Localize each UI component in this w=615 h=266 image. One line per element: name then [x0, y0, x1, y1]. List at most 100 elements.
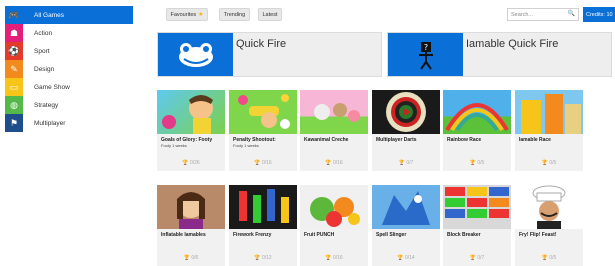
featured-quick-fire[interactable]: Quick Fire: [157, 32, 382, 77]
trophy-icon: 🏆: [398, 160, 405, 166]
game-card-rainbow-race[interactable]: Rainbow Race 🏆 0/5: [443, 90, 511, 171]
game-card-inflatable-iamables[interactable]: Inflatable Iamables 🏆 0/6: [157, 185, 225, 266]
game-thumbnail: [372, 90, 440, 134]
credits-badge: Credits: 10: [583, 7, 615, 22]
trophy-icon: 🏆: [183, 255, 190, 261]
game-thumbnail: [443, 90, 511, 134]
game-subtitle: Footy 1 weeks: [233, 143, 259, 148]
game-card-fry-flip-feast[interactable]: Fry! Flip! Feast! 🏆 0/5: [515, 185, 583, 266]
trophy-count: 0/5: [477, 160, 485, 166]
trophy-count: 0/12: [261, 255, 272, 261]
stickman-question-icon: ?: [388, 33, 463, 76]
ball-icon: ⚽: [5, 42, 23, 60]
game-trophy-stat: 🏆 0/16: [300, 255, 368, 261]
game-trophy-stat: 🏆 0/12: [229, 255, 297, 261]
gameshow-icon: ▭: [5, 78, 23, 96]
game-title: Kawanimal Creche: [304, 137, 349, 143]
game-title: Firework Frenzy: [233, 232, 272, 238]
game-thumbnail: [300, 185, 368, 229]
game-subtitle: Footy 1 weeks: [161, 143, 187, 148]
game-trophy-stat: 🏆 0/26: [157, 160, 225, 166]
trophy-count: 0/6: [191, 255, 199, 261]
trophy-count: 0/5: [549, 255, 557, 261]
tab-favourites[interactable]: Favourites ★: [166, 8, 208, 21]
trophy-icon: 🏆: [325, 255, 332, 261]
sidebar-item-all-games[interactable]: 🎮 All Games: [5, 6, 133, 24]
star-icon: ★: [198, 12, 204, 18]
sidebar-item-label: Strategy: [34, 101, 59, 109]
trophy-count: 0/16: [332, 255, 343, 261]
sidebar-item-design[interactable]: ✎ Design: [5, 60, 133, 78]
trophy-count: 0/7: [406, 160, 414, 166]
ghost-icon: ☗: [5, 24, 23, 42]
game-card-spell-slinger[interactable]: Spell Slinger 🏆 0/14: [372, 185, 440, 266]
svg-text:?: ?: [423, 43, 427, 52]
globe-icon: ◍: [5, 96, 23, 114]
game-title: Fruit PUNCH: [304, 232, 335, 238]
trophy-count: 0/16: [261, 160, 272, 166]
game-trophy-stat: 🏆 0/5: [515, 255, 583, 261]
sidebar-item-sport[interactable]: ⚽ Sport: [5, 42, 133, 60]
game-title: Fry! Flip! Feast!: [519, 232, 557, 238]
trophy-icon: 🏆: [541, 255, 548, 261]
sidebar-item-multiplayer[interactable]: ⚑ Multiplayer: [5, 114, 133, 132]
trophy-icon: 🏆: [254, 160, 261, 166]
game-card-iamable-race[interactable]: Iamable Race 🏆 0/5: [515, 90, 583, 171]
sidebar-item-label: All Games: [34, 11, 64, 19]
game-title: Spell Slinger: [376, 232, 407, 238]
sidebar-item-label: Game Show: [34, 83, 70, 91]
game-card-fruit-punch[interactable]: Fruit PUNCH 🏆 0/16: [300, 185, 368, 266]
game-trophy-stat: 🏆 0/16: [300, 160, 368, 166]
credits-label: Credits: 10: [586, 11, 613, 18]
game-title: Iamable Race: [519, 137, 551, 143]
tab-latest-label: Latest: [262, 11, 278, 18]
frog-icon: [158, 33, 233, 76]
game-card-penalty-shootout[interactable]: Penalty Shootout: Footy 1 weeks 🏆 0/16: [229, 90, 297, 171]
game-trophy-stat: 🏆 0/7: [443, 255, 511, 261]
trophy-icon: 🏆: [254, 255, 261, 261]
sidebar-item-label: Sport: [34, 47, 50, 55]
multiplayer-icon: ⚑: [5, 114, 23, 132]
game-thumbnail: [229, 185, 297, 229]
game-title: Inflatable Iamables: [161, 232, 206, 238]
design-icon: ✎: [5, 60, 23, 78]
game-trophy-stat: 🏆 0/6: [157, 255, 225, 261]
tab-favourites-label: Favourites: [170, 11, 197, 18]
games-portal: 🎮 All Games ☗ Action ⚽ Sport ✎ Design ▭ …: [0, 0, 615, 266]
game-card-block-breaker[interactable]: Block Breaker 🏆 0/7: [443, 185, 511, 266]
game-thumbnail: [157, 90, 225, 134]
tab-trending[interactable]: Trending: [219, 8, 250, 21]
featured-iamable-quick-fire[interactable]: ? Iamable Quick Fire: [387, 32, 612, 77]
game-thumbnail: [300, 90, 368, 134]
game-thumbnail: [515, 185, 583, 229]
game-card-goals-of-glory[interactable]: Goals of Glory: Footy Footy 1 weeks 🏆 0/…: [157, 90, 225, 171]
game-title: Multiplayer Darts: [376, 137, 417, 143]
game-card-multiplayer-darts[interactable]: Multiplayer Darts 🏆 0/7: [372, 90, 440, 171]
game-trophy-stat: 🏆 0/7: [372, 160, 440, 166]
game-card-firework-frenzy[interactable]: Firework Frenzy 🏆 0/12: [229, 185, 297, 266]
game-thumbnail: [229, 90, 297, 134]
game-thumbnail: [515, 90, 583, 134]
game-title: Block Breaker: [447, 232, 481, 238]
category-sidebar: 🎮 All Games ☗ Action ⚽ Sport ✎ Design ▭ …: [0, 0, 133, 266]
trophy-count: 0/5: [549, 160, 557, 166]
trophy-count: 0/14: [404, 255, 415, 261]
game-thumbnail: [372, 185, 440, 229]
sidebar-item-action[interactable]: ☗ Action: [5, 24, 133, 42]
search-input[interactable]: Search... 🔍: [507, 8, 579, 21]
trophy-icon: 🏆: [469, 255, 476, 261]
sidebar-item-label: Action: [34, 29, 53, 37]
trophy-icon: 🏆: [469, 160, 476, 166]
trophy-icon: 🏆: [541, 160, 548, 166]
trophy-count: 0/26: [189, 160, 200, 166]
sidebar-item-strategy[interactable]: ◍ Strategy: [5, 96, 133, 114]
tab-latest[interactable]: Latest: [258, 8, 282, 21]
search-icon[interactable]: 🔍: [568, 10, 575, 17]
game-trophy-stat: 🏆 0/16: [229, 160, 297, 166]
sidebar-item-label: Design: [34, 65, 55, 73]
game-trophy-stat: 🏆 0/5: [443, 160, 511, 166]
game-trophy-stat: 🏆 0/5: [515, 160, 583, 166]
game-card-kawanimal-creche[interactable]: Kawanimal Creche 🏆 0/16: [300, 90, 368, 171]
featured-title: Quick Fire: [236, 38, 287, 50]
sidebar-item-game-show[interactable]: ▭ Game Show: [5, 78, 133, 96]
